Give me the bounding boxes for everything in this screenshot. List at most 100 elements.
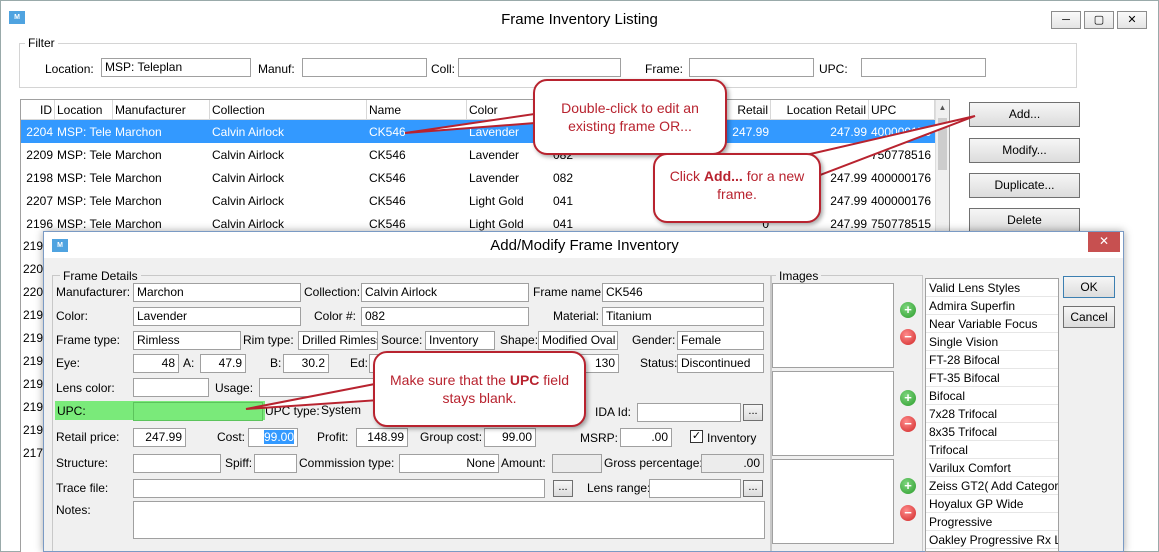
ok-button[interactable]: OK [1063,276,1115,298]
trace-file-browse-button[interactable]: ... [553,480,573,497]
notes-textarea[interactable] [133,501,765,539]
status-input[interactable]: Discontinued [677,354,764,373]
collection-input[interactable]: Calvin Airlock [361,283,529,302]
eye-label: Eye: [56,356,81,370]
amount-label: Amount: [501,456,546,470]
image-panel-3[interactable] [772,459,894,544]
scroll-thumb[interactable] [938,118,947,170]
image-panel-1[interactable] [772,283,894,368]
location-input[interactable]: MSP: Teleplan [101,58,251,77]
col-header-upc[interactable]: UPC [869,100,935,120]
gender-input[interactable]: Female [677,331,764,350]
maximize-button[interactable]: ▢ [1084,11,1114,29]
cell: Marchon [115,170,162,185]
list-item[interactable]: Hoyalux GP Wide [926,495,1058,513]
scroll-up-icon[interactable]: ▲ [936,100,949,116]
frame-type-input[interactable]: Rimless [133,331,241,350]
lens-range-input[interactable] [649,479,741,498]
cost-input[interactable]: 99.00 [248,428,298,447]
remove-image-2-icon[interactable]: − [900,416,916,432]
table-row[interactable]: 2204 MSP: Tele Marchon Calvin Airlock CK… [21,120,935,143]
frame-name-input[interactable]: CK546 [602,283,764,302]
retail-price-input[interactable]: 247.99 [133,428,186,447]
cell: 400000176 [871,170,932,185]
list-item[interactable]: Single Vision [926,333,1058,351]
col-header-location-retail[interactable]: Location Retail [771,100,869,120]
col-header-collection[interactable]: Collection [210,100,367,120]
gross-percentage-input[interactable]: .00 [701,454,764,473]
list-item[interactable]: Zeiss GT2( Add Categori [926,477,1058,495]
add-image-2-icon[interactable]: + [900,390,916,406]
frame-type-label: Frame type: [56,333,121,347]
list-item[interactable]: 8x35 Trifocal [926,423,1058,441]
col-header-manufacturer[interactable]: Manufacturer [113,100,210,120]
add-button[interactable]: Add... [969,102,1080,127]
image-panel-2[interactable] [772,371,894,456]
b-input[interactable]: 30.2 [283,354,329,373]
upc-input[interactable] [133,402,263,421]
list-item[interactable]: Trifocal [926,441,1058,459]
color-input[interactable]: Lavender [133,307,301,326]
source-input[interactable]: Inventory [425,331,495,350]
retail-price-label: Retail price: [56,430,120,444]
list-item[interactable]: FT-28 Bifocal [926,351,1058,369]
eye-input[interactable]: 48 [133,354,179,373]
shape-input[interactable]: Modified Oval [538,331,618,350]
lens-color-input[interactable] [133,378,209,397]
list-item[interactable]: Varilux Comfort [926,459,1058,477]
commission-type-label: Commission type: [299,456,395,470]
cell: CK546 [369,147,406,162]
profit-input[interactable]: 148.99 [356,428,408,447]
list-item[interactable]: Progressive [926,513,1058,531]
material-input[interactable]: Titanium [602,307,764,326]
delete-button[interactable]: Delete [969,208,1080,233]
partial-id-column: 219 220 220 219 219 219 219 219 219 217 [23,235,43,465]
manufacturer-input[interactable]: Marchon [133,283,301,302]
list-item[interactable]: FT-35 Bifocal [926,369,1058,387]
partial-id: 219 [23,308,44,322]
color-num-input[interactable]: 082 [361,307,529,326]
lens-range-browse-button[interactable]: ... [743,480,763,497]
remove-image-1-icon[interactable]: − [900,329,916,345]
msrp-input[interactable]: .00 [620,428,672,447]
list-item[interactable]: Near Variable Focus [926,315,1058,333]
a-input[interactable]: 47.9 [200,354,246,373]
amount-input[interactable] [552,454,602,473]
remove-image-3-icon[interactable]: − [900,505,916,521]
ida-id-browse-button[interactable]: ... [743,404,763,421]
list-item[interactable]: Oakley Progressive Rx Le [926,531,1058,549]
spiff-input[interactable] [254,454,297,473]
commission-type-input[interactable]: None [399,454,499,473]
list-item[interactable]: Admira Superfin [926,297,1058,315]
duplicate-button[interactable]: Duplicate... [969,173,1080,198]
inventory-checkbox[interactable]: ✓ [690,430,703,443]
usage-input[interactable] [259,378,379,397]
structure-input[interactable] [133,454,221,473]
ida-id-input[interactable] [637,403,741,422]
group-cost-input[interactable]: 99.00 [484,428,536,447]
list-item[interactable]: Bifocal [926,387,1058,405]
cost-selected-text: 99.00 [263,430,294,444]
frame-input[interactable] [689,58,814,77]
add-image-3-icon[interactable]: + [900,478,916,494]
list-item[interactable]: 7x28 Trifocal [926,405,1058,423]
modify-button[interactable]: Modify... [969,138,1080,163]
rim-type-input[interactable]: Drilled Rimless [298,331,378,350]
col-header-name[interactable]: Name [367,100,467,120]
close-button[interactable]: ✕ [1117,11,1147,29]
cancel-button[interactable]: Cancel [1063,306,1115,328]
manuf-input[interactable] [302,58,427,77]
upc-filter-input[interactable] [861,58,986,77]
minimize-button[interactable]: ─ [1051,11,1081,29]
cell: 400000176 [871,193,932,208]
cell: 247.99 [771,120,869,143]
lens-styles-list[interactable]: Valid Lens Styles Admira Superfin Near V… [925,278,1059,552]
add-image-1-icon[interactable]: + [900,302,916,318]
col-header-location[interactable]: Location [55,100,113,120]
source-label: Source: [381,333,423,347]
coll-input[interactable] [458,58,621,77]
dialog-close-button[interactable]: ✕ [1088,232,1120,252]
trace-file-input[interactable] [133,479,545,498]
rim-type-label: Rim type: [243,333,294,347]
col-header-id[interactable]: ID [21,100,55,120]
